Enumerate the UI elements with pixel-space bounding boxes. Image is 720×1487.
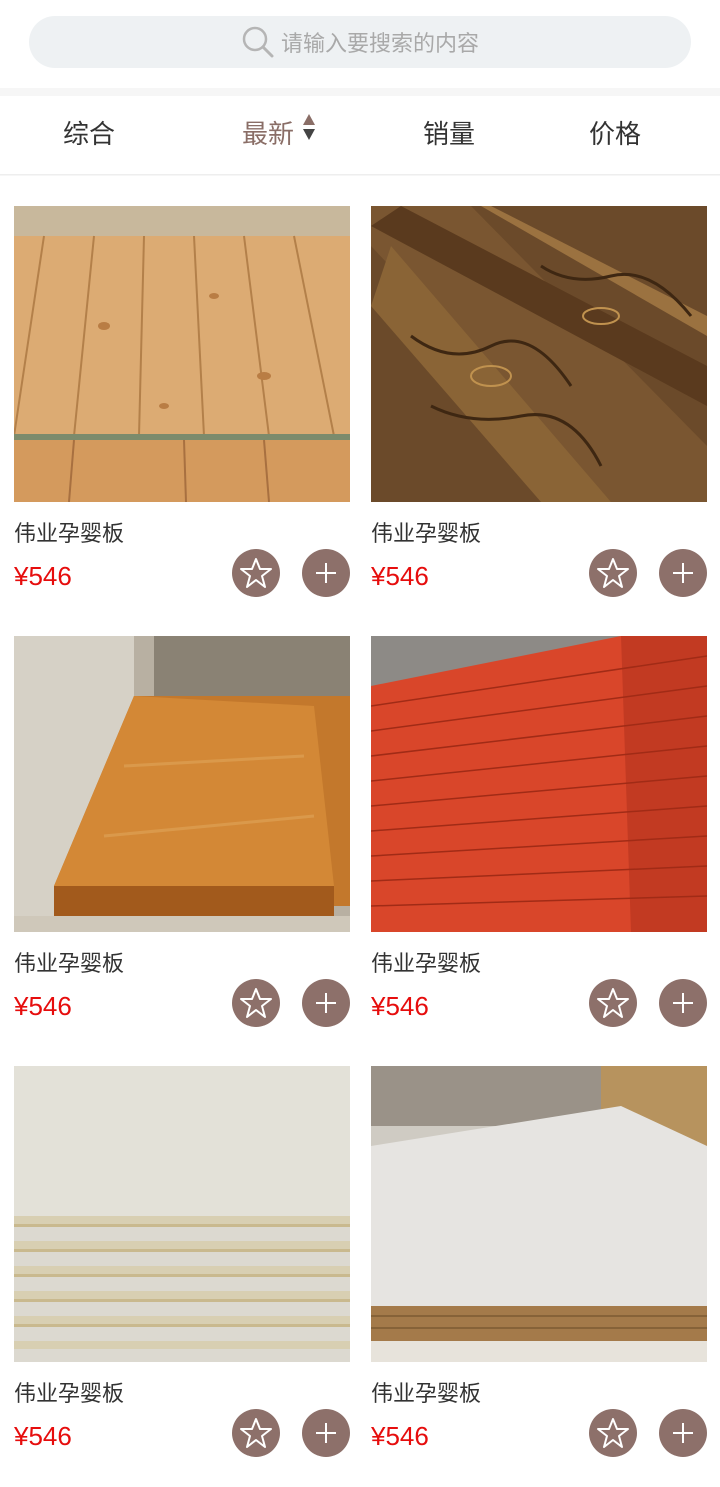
star-icon [240,558,272,588]
product-card[interactable]: 伟业孕婴板 ¥546 [371,206,707,616]
plus-icon [316,993,336,1013]
product-image[interactable] [371,1066,707,1362]
add-to-cart-button[interactable] [302,549,350,597]
plus-icon [316,1423,336,1443]
star-icon [597,988,629,1018]
favorite-button[interactable] [589,1409,637,1457]
product-name: 伟业孕婴板 [371,1382,482,1407]
product-image[interactable] [14,206,350,502]
product-image[interactable] [14,1066,350,1362]
product-name: 伟业孕婴板 [371,522,482,547]
search-icon [241,25,275,59]
tab-sales[interactable]: 销量 [423,96,475,174]
favorite-button[interactable] [232,1409,280,1457]
product-price: ¥546 [14,561,72,591]
tab-price[interactable]: 价格 [589,96,641,174]
plus-icon [316,563,336,583]
favorite-button[interactable] [232,979,280,1027]
product-card[interactable]: 伟业孕婴板 ¥546 [371,1066,707,1476]
tab-comprehensive[interactable]: 综合 [63,96,115,174]
product-price: ¥546 [371,561,429,591]
sort-arrows-icon [302,94,316,172]
product-card[interactable]: 伟业孕婴板 ¥546 [371,636,707,1046]
tab-newest[interactable]: 最新 [242,96,316,174]
product-image[interactable] [371,206,707,502]
add-to-cart-button[interactable] [302,1409,350,1457]
add-to-cart-button[interactable] [302,979,350,1027]
star-icon [240,1418,272,1448]
product-card[interactable]: 伟业孕婴板 ¥546 [14,206,350,616]
product-name: 伟业孕婴板 [14,522,125,547]
favorite-button[interactable] [589,979,637,1027]
plus-icon [673,563,693,583]
star-icon [597,558,629,588]
product-image[interactable] [14,636,350,932]
product-price: ¥546 [14,991,72,1021]
search-placeholder: 请输入要搜索的内容 [280,32,479,57]
plus-icon [673,1423,693,1443]
product-card[interactable]: 伟业孕婴板 ¥546 [14,636,350,1046]
product-grid: 伟业孕婴板 ¥546 伟业孕婴板 ¥546 伟业孕婴板 ¥546 伟业孕婴板 ¥… [0,176,720,1487]
tab-label: 销量 [423,120,476,150]
add-to-cart-button[interactable] [659,549,707,597]
sort-tabs: 综合 最新 销量 价格 [0,96,720,175]
product-price: ¥546 [371,1421,429,1451]
search-bar[interactable]: 请输入要搜索的内容 [29,16,691,68]
add-to-cart-button[interactable] [659,1409,707,1457]
plus-icon [673,993,693,1013]
product-image[interactable] [371,636,707,932]
tab-label: 综合 [63,120,116,150]
product-price: ¥546 [14,1421,72,1451]
product-name: 伟业孕婴板 [371,952,482,977]
product-price: ¥546 [371,991,429,1021]
star-icon [240,988,272,1018]
tab-label: 最新 [242,120,295,150]
add-to-cart-button[interactable] [659,979,707,1027]
product-name: 伟业孕婴板 [14,1382,125,1407]
product-card[interactable]: 伟业孕婴板 ¥546 [14,1066,350,1476]
header: 请输入要搜索的内容 [0,0,720,88]
product-name: 伟业孕婴板 [14,952,125,977]
favorite-button[interactable] [589,549,637,597]
favorite-button[interactable] [232,549,280,597]
star-icon [597,1418,629,1448]
tab-label: 价格 [589,120,642,150]
